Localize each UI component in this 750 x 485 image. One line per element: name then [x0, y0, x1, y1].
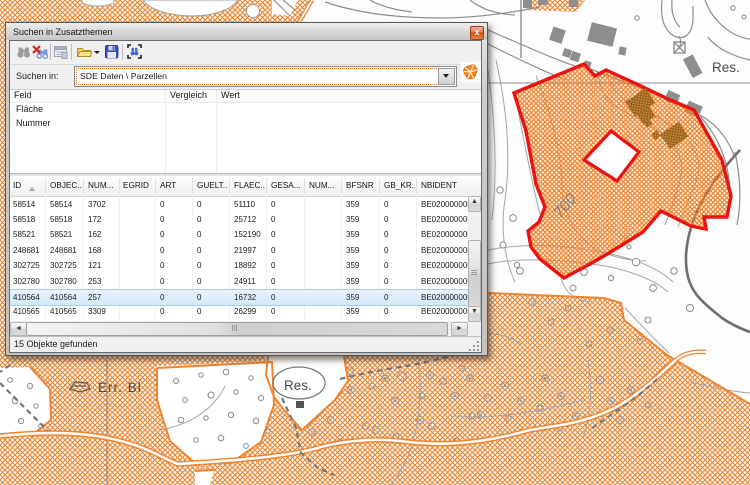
- svg-text:Res.: Res.: [712, 60, 740, 75]
- svg-text:Err. Bl: Err. Bl: [98, 380, 142, 395]
- svg-text:Res.: Res.: [284, 378, 312, 393]
